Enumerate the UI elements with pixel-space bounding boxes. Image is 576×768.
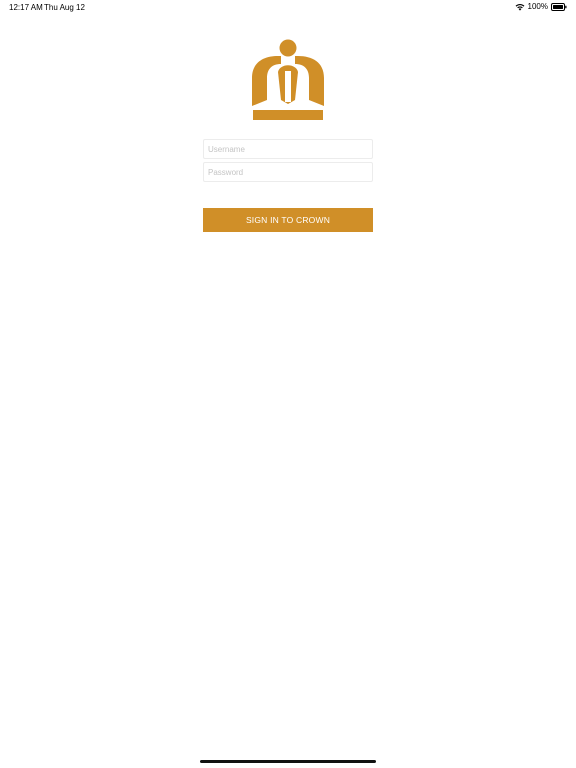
status-indicators: 100%	[515, 2, 567, 11]
battery-icon	[551, 2, 567, 11]
password-field[interactable]	[203, 162, 373, 182]
sign-in-button[interactable]: SIGN IN TO CROWN	[203, 208, 373, 232]
status-time: 12:17 AM	[9, 3, 43, 12]
home-indicator[interactable]	[200, 760, 376, 763]
battery-percentage: 100%	[527, 2, 548, 11]
wifi-icon	[515, 3, 524, 11]
status-bar: 12:17 AM Thu Aug 12 100%	[0, 0, 576, 16]
crown-icon	[252, 39, 324, 120]
username-field[interactable]	[203, 139, 373, 159]
status-date: Thu Aug 12	[44, 3, 85, 12]
